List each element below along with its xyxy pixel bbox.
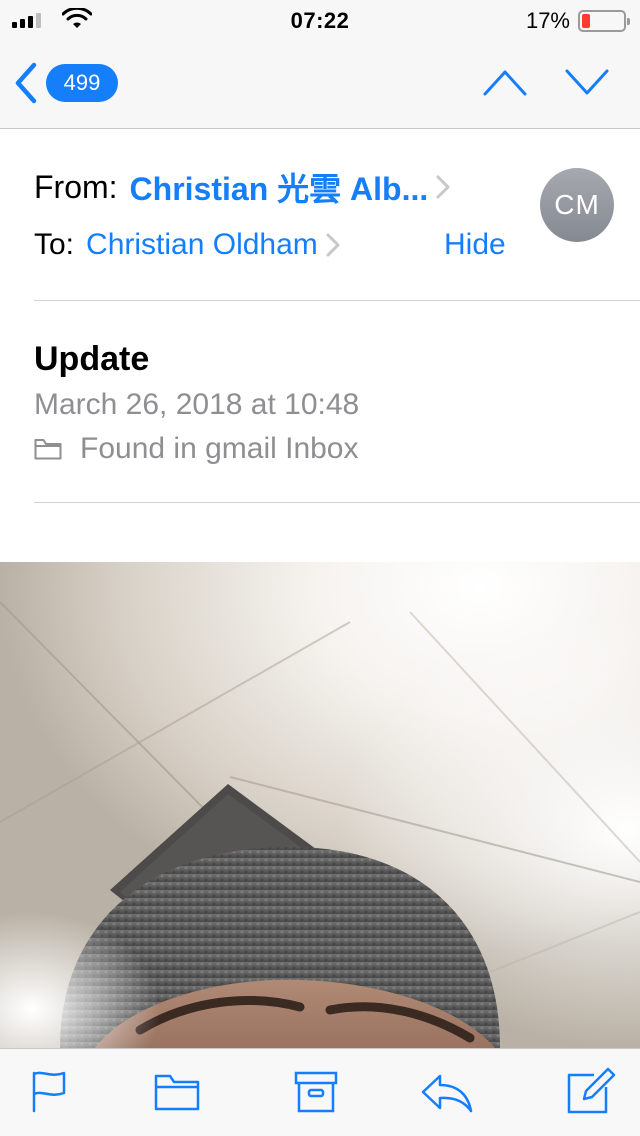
flag-icon[interactable] (30, 1069, 70, 1113)
to-row[interactable]: To: Christian Oldham (34, 228, 514, 262)
sender-name[interactable]: Christian 光雲 Alb... (130, 164, 429, 210)
avatar[interactable]: CM (540, 168, 614, 242)
from-row[interactable]: From: Christian 光雲 Alb... (34, 164, 514, 210)
compose-icon[interactable] (566, 1067, 616, 1115)
folder-text: Found in gmail Inbox (80, 432, 359, 465)
chevron-left-icon (15, 62, 37, 104)
battery-icon (578, 10, 630, 32)
archive-icon[interactable] (294, 1071, 338, 1113)
chevron-down-icon[interactable] (564, 66, 610, 98)
from-label: From: (34, 168, 118, 205)
back-button[interactable]: 499 (14, 62, 118, 104)
inbox-count-badge: 499 (46, 64, 118, 102)
bottom-toolbar (0, 1048, 640, 1136)
folder-location: Found in gmail Inbox (34, 432, 359, 466)
chevron-right-icon (326, 233, 340, 257)
divider (34, 300, 640, 301)
battery-percent: 17% (525, 8, 570, 33)
navigation-bar: 499 (0, 40, 640, 129)
reply-icon[interactable] (420, 1073, 474, 1113)
folder-icon (34, 439, 62, 460)
to-label: To: (34, 228, 75, 261)
status-bar: 07:22 17% (0, 0, 640, 40)
chevron-right-icon (436, 175, 450, 199)
photo-image (0, 562, 640, 1048)
recipient-name[interactable]: Christian Oldham (86, 228, 318, 262)
folder-icon[interactable] (154, 1073, 200, 1111)
message-date: March 26, 2018 at 10:48 (34, 388, 360, 421)
hide-details-button[interactable]: Hide (444, 228, 506, 262)
divider (34, 502, 640, 503)
chevron-up-icon[interactable] (482, 66, 528, 98)
subject-line: Update (34, 340, 150, 378)
attached-photo[interactable] (0, 562, 640, 1048)
